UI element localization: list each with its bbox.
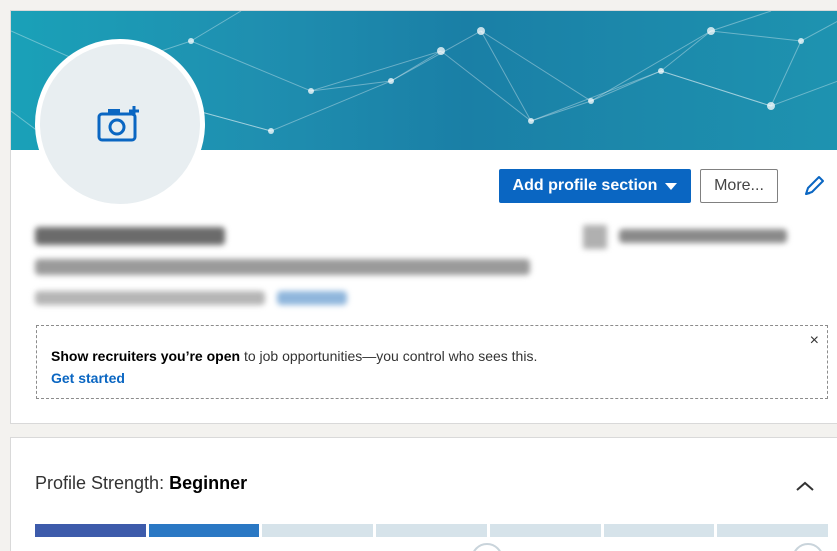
meter-segment <box>376 524 487 537</box>
get-started-link[interactable]: Get started <box>51 370 125 386</box>
star-milestone <box>792 543 824 551</box>
profile-photo-placeholder[interactable] <box>35 39 205 209</box>
add-profile-section-button[interactable]: Add profile section <box>499 169 691 203</box>
open-to-opportunities-text: Show recruiters you’re open to job oppor… <box>51 348 813 364</box>
chevron-up-icon[interactable] <box>793 474 817 498</box>
profile-strength-meter <box>35 524 829 537</box>
open-to-opportunities-rest: to job opportunities—you control who see… <box>240 348 538 364</box>
close-icon[interactable]: × <box>810 332 819 350</box>
profile-location-redacted <box>35 291 265 305</box>
contact-info-redacted <box>277 291 347 305</box>
pencil-icon[interactable] <box>801 173 827 199</box>
meter-segment <box>489 524 601 537</box>
profile-strength-label: Profile Strength: Beginner <box>35 473 247 494</box>
open-to-opportunities-bold: Show recruiters you’re open <box>51 348 241 364</box>
profile-name-redacted <box>35 227 225 245</box>
meter-segment <box>148 524 260 537</box>
meter-segment <box>35 524 146 537</box>
profile-card: Add profile section More... Show recruit… <box>10 10 837 424</box>
meter-segment <box>262 524 374 537</box>
caret-down-icon <box>665 182 678 190</box>
company-name-redacted <box>619 229 787 243</box>
more-button[interactable]: More... <box>700 169 778 203</box>
profile-headline-redacted <box>35 259 530 275</box>
lock-milestone <box>471 543 503 551</box>
company-logo-redacted <box>583 225 607 249</box>
profile-strength-card: Profile Strength: Beginner <box>10 437 837 551</box>
open-to-opportunities-banner: Show recruiters you’re open to job oppor… <box>36 325 828 399</box>
add-profile-section-label: Add profile section <box>512 177 658 194</box>
profile-strength-prefix: Profile Strength: <box>35 473 170 493</box>
camera-add-icon <box>97 106 139 142</box>
meter-segment <box>717 524 829 537</box>
meter-segment <box>603 524 715 537</box>
profile-strength-level: Beginner <box>169 473 248 493</box>
